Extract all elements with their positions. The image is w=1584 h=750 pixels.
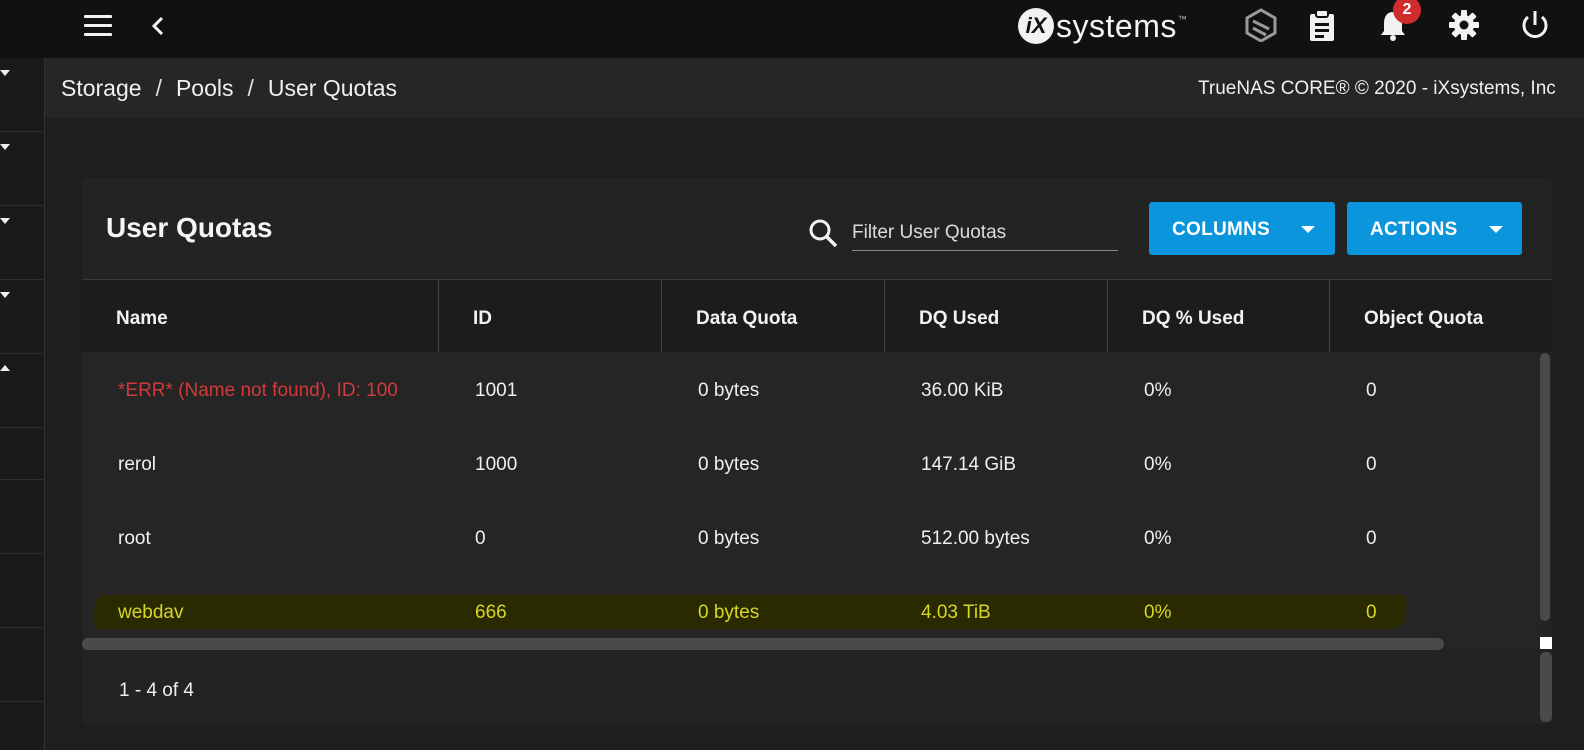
- cell-dq-used: 147.14 GiB: [921, 454, 1017, 475]
- gear-icon[interactable]: [1447, 8, 1481, 42]
- cell-name: rerol: [118, 454, 157, 475]
- breadcrumb: Storage / Pools / User Quotas: [61, 75, 397, 102]
- cell-object-quota: 0: [1366, 528, 1377, 549]
- breadcrumb-separator: /: [247, 75, 254, 101]
- cell-dq-percent: 0%: [1144, 528, 1172, 549]
- cell-object-quota: 0: [1366, 602, 1377, 623]
- cell-object-quota: 0: [1366, 454, 1377, 475]
- clipboard-icon[interactable]: [1305, 8, 1339, 42]
- user-quotas-card: User Quotas COLUMNS ACTIONS Name ID Data…: [82, 178, 1552, 724]
- truecommand-icon[interactable]: [1244, 8, 1278, 43]
- pagination-summary: 1 - 4 of 4: [119, 680, 194, 701]
- column-header-data-quota[interactable]: Data Quota: [662, 280, 884, 352]
- column-header-name[interactable]: Name: [82, 280, 438, 352]
- expand-icon: [0, 144, 10, 150]
- top-bar: iX systems ™ 2: [0, 0, 1584, 58]
- cell-id: 0: [475, 528, 486, 549]
- table-row[interactable]: *ERR* (Name not found), ID: 100 1001 0 b…: [82, 353, 1542, 428]
- cell-name: *ERR* (Name not found), ID: 100: [118, 380, 398, 401]
- table-footer: 1 - 4 of 4: [82, 652, 1552, 724]
- power-icon[interactable]: [1518, 8, 1552, 42]
- column-header-object-quota[interactable]: Object Quota: [1330, 280, 1552, 352]
- breadcrumb-storage[interactable]: Storage: [61, 75, 142, 101]
- cell-id: 666: [475, 602, 507, 623]
- sidebar-subitem-3[interactable]: [0, 554, 44, 628]
- copyright-text: TrueNAS CORE® © 2020 - iXsystems, Inc: [1198, 78, 1556, 99]
- ixsystems-logo[interactable]: iX systems ™: [1018, 6, 1187, 46]
- side-navigation: [0, 58, 45, 750]
- collapse-icon: [0, 365, 10, 371]
- cell-dq-percent: 0%: [1144, 380, 1172, 401]
- expand-icon: [0, 292, 10, 298]
- cell-dq-percent: 0%: [1144, 454, 1172, 475]
- expand-icon: [0, 218, 10, 224]
- column-header-dq-used[interactable]: DQ Used: [885, 280, 1107, 352]
- notification-count-badge: 2: [1393, 0, 1421, 24]
- cell-data-quota: 0 bytes: [698, 380, 760, 401]
- breadcrumb-current: User Quotas: [267, 75, 397, 101]
- breadcrumb-separator: /: [155, 75, 162, 101]
- cell-name: webdav: [118, 602, 184, 623]
- columns-button[interactable]: COLUMNS: [1149, 202, 1335, 255]
- menu-icon[interactable]: [84, 15, 112, 37]
- table-header: Name ID Data Quota DQ Used DQ % Used Obj…: [82, 280, 1552, 352]
- column-header-dq-percent-used[interactable]: DQ % Used: [1108, 280, 1330, 352]
- scrollbar-corner: [1540, 637, 1552, 649]
- back-arrow-icon[interactable]: [148, 12, 170, 40]
- table-horizontal-scrollbar[interactable]: [82, 638, 1444, 650]
- table-row[interactable]: rerol 1000 0 bytes 147.14 GiB 0% 0: [82, 427, 1542, 502]
- filter-input[interactable]: [852, 216, 1118, 251]
- cell-id: 1001: [475, 380, 518, 401]
- breadcrumb-pools[interactable]: Pools: [176, 75, 234, 101]
- chevron-down-icon: [1301, 226, 1315, 233]
- table-row[interactable]: root 0 0 bytes 512.00 bytes 0% 0: [82, 501, 1542, 576]
- column-header-id[interactable]: ID: [439, 280, 661, 352]
- expand-icon: [0, 70, 10, 76]
- chevron-down-icon: [1489, 226, 1503, 233]
- logo-badge: iX: [1018, 8, 1054, 44]
- cell-dq-used: 4.03 TiB: [921, 602, 991, 623]
- search-icon: [808, 218, 838, 248]
- columns-button-label: COLUMNS: [1172, 219, 1271, 240]
- cell-dq-percent: 0%: [1144, 602, 1172, 623]
- cell-id: 1000: [475, 454, 518, 475]
- actions-button-label: ACTIONS: [1370, 219, 1458, 240]
- sidebar-item-3[interactable]: [0, 206, 44, 280]
- sidebar-subitem-4[interactable]: [0, 628, 44, 702]
- cell-data-quota: 0 bytes: [698, 454, 760, 475]
- page-vertical-scrollbar[interactable]: [1540, 652, 1552, 722]
- cell-name: root: [118, 528, 151, 549]
- sidebar-item-2[interactable]: [0, 132, 44, 206]
- actions-button[interactable]: ACTIONS: [1347, 202, 1522, 255]
- page-title: User Quotas: [106, 212, 273, 243]
- cell-data-quota: 0 bytes: [698, 602, 760, 623]
- logo-trademark: ™: [1177, 14, 1187, 24]
- sidebar-subitem-1[interactable]: [0, 406, 44, 480]
- sidebar-item-4[interactable]: [0, 280, 44, 354]
- cell-dq-used: 512.00 bytes: [921, 528, 1030, 549]
- sidebar-subitem-2[interactable]: [0, 480, 44, 554]
- table-vertical-scrollbar[interactable]: [1540, 353, 1550, 621]
- cell-object-quota: 0: [1366, 380, 1377, 401]
- cell-data-quota: 0 bytes: [698, 528, 760, 549]
- breadcrumb-bar: Storage / Pools / User Quotas TrueNAS CORE® …: [45, 58, 1584, 118]
- sidebar-item-1[interactable]: [0, 58, 44, 132]
- logo-word: systems: [1056, 7, 1177, 44]
- cell-dq-used: 36.00 KiB: [921, 380, 1004, 401]
